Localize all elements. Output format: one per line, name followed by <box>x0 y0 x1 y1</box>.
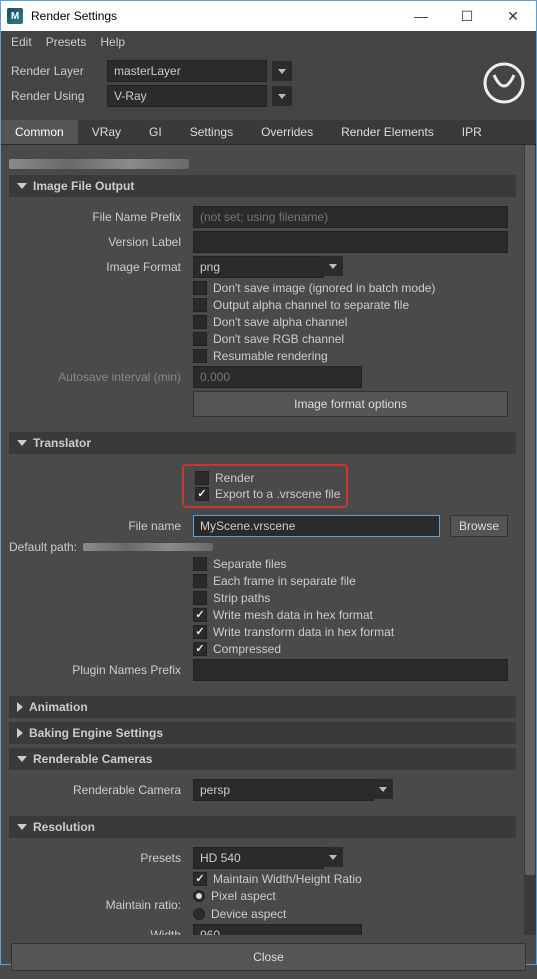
image-format-options-button[interactable]: Image format options <box>193 391 508 417</box>
tab-overrides[interactable]: Overrides <box>247 120 327 144</box>
resumable-checkbox[interactable] <box>193 349 207 363</box>
section-baking[interactable]: Baking Engine Settings <box>9 722 516 744</box>
settings-panel: Image File Output File Name Prefix Versi… <box>1 145 524 935</box>
resolution-presets-dropdown-arrow[interactable] <box>323 847 343 867</box>
render-using-dropdown-arrow[interactable] <box>272 86 292 106</box>
app-logo-icon: M <box>7 8 23 24</box>
dont-save-image-checkbox[interactable] <box>193 281 207 295</box>
file-name-input[interactable] <box>193 515 440 537</box>
tab-settings[interactable]: Settings <box>176 120 247 144</box>
chevron-down-icon <box>17 824 27 830</box>
chevron-right-icon <box>17 728 23 738</box>
scrollbar-thumb[interactable] <box>525 145 535 875</box>
pixel-aspect-radio[interactable] <box>193 890 205 902</box>
width-input[interactable] <box>193 924 362 935</box>
window-title: Render Settings <box>31 9 398 23</box>
file-name-prefix-label: File Name Prefix <box>17 210 187 224</box>
strip-paths-checkbox[interactable] <box>193 591 207 605</box>
image-format-dropdown[interactable]: png <box>193 256 324 278</box>
mesh-hex-checkbox[interactable] <box>193 608 207 622</box>
render-layer-dropdown[interactable]: masterLayer <box>107 60 267 82</box>
section-renderable-cameras[interactable]: Renderable Cameras <box>9 748 516 770</box>
render-using-dropdown[interactable]: V-Ray <box>107 85 267 107</box>
vray-logo-icon <box>482 61 526 105</box>
section-translator[interactable]: Translator <box>9 432 516 454</box>
chevron-down-icon <box>17 440 27 446</box>
render-layer-dropdown-arrow[interactable] <box>272 61 292 81</box>
menu-edit[interactable]: Edit <box>11 35 32 49</box>
section-resolution[interactable]: Resolution <box>9 816 516 838</box>
file-name-label: File name <box>17 519 187 533</box>
file-name-prefix-input[interactable] <box>193 206 508 228</box>
section-animation[interactable]: Animation <box>9 696 516 718</box>
default-path-label: Default path: <box>9 540 77 554</box>
no-alpha-checkbox[interactable] <box>193 315 207 329</box>
menu-bar: Edit Presets Help <box>1 31 536 53</box>
redacted-path <box>83 543 213 551</box>
tab-ipr[interactable]: IPR <box>448 120 496 144</box>
chevron-down-icon <box>17 183 27 189</box>
close-window-button[interactable]: ✕ <box>490 1 536 31</box>
chevron-right-icon <box>17 702 23 712</box>
width-label: Width <box>17 928 187 935</box>
browse-button[interactable]: Browse <box>450 515 508 537</box>
maintain-ratio-checkbox[interactable] <box>193 872 207 886</box>
image-format-dropdown-arrow[interactable] <box>323 256 343 276</box>
scrollbar-track[interactable] <box>524 145 536 935</box>
menu-help[interactable]: Help <box>100 35 125 49</box>
each-frame-checkbox[interactable] <box>193 574 207 588</box>
maximize-button[interactable]: ☐ <box>444 1 490 31</box>
tab-render-elements[interactable]: Render Elements <box>327 120 448 144</box>
alpha-separate-checkbox[interactable] <box>193 298 207 312</box>
separate-files-checkbox[interactable] <box>193 557 207 571</box>
tab-strip: Common VRay GI Settings Overrides Render… <box>1 120 536 145</box>
presets-label: Presets <box>17 851 187 865</box>
tab-gi[interactable]: GI <box>135 120 176 144</box>
export-vrscene-checkbox[interactable] <box>195 487 209 501</box>
redacted-text <box>9 159 189 169</box>
render-layer-label: Render Layer <box>11 64 101 78</box>
renderable-camera-dropdown[interactable]: persp <box>193 779 374 801</box>
header-area: Render Layer masterLayer Render Using V-… <box>1 53 536 120</box>
title-bar: M Render Settings — ☐ ✕ <box>1 1 536 31</box>
no-rgb-checkbox[interactable] <box>193 332 207 346</box>
version-label-label: Version Label <box>17 235 187 249</box>
plugin-prefix-label: Plugin Names Prefix <box>17 663 187 677</box>
menu-presets[interactable]: Presets <box>46 35 87 49</box>
render-using-label: Render Using <box>11 89 101 103</box>
autosave-input <box>193 366 362 388</box>
maintain-ratio-label: Maintain ratio: <box>17 898 187 912</box>
plugin-prefix-input[interactable] <box>193 659 508 681</box>
close-button[interactable]: Close <box>11 943 526 971</box>
resolution-presets-dropdown[interactable]: HD 540 <box>193 847 324 869</box>
renderable-camera-dropdown-arrow[interactable] <box>373 779 393 799</box>
autosave-label: Autosave interval (min) <box>17 370 187 384</box>
minimize-button[interactable]: — <box>398 1 444 31</box>
render-checkbox[interactable] <box>195 471 209 485</box>
compressed-checkbox[interactable] <box>193 642 207 656</box>
section-image-file-output[interactable]: Image File Output <box>9 175 516 197</box>
transform-hex-checkbox[interactable] <box>193 625 207 639</box>
device-aspect-radio[interactable] <box>193 908 205 920</box>
tab-vray[interactable]: VRay <box>78 120 135 144</box>
version-label-input[interactable] <box>193 231 508 253</box>
chevron-down-icon <box>17 756 27 762</box>
image-format-label: Image Format <box>17 260 187 274</box>
renderable-camera-label: Renderable Camera <box>17 783 187 797</box>
highlighted-area: Render Export to a .vrscene file <box>182 464 348 508</box>
tab-common[interactable]: Common <box>1 120 78 144</box>
